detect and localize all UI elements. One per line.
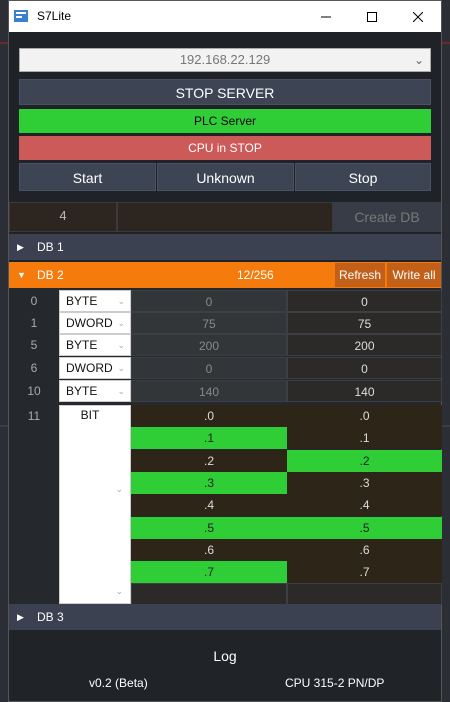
close-icon	[413, 11, 423, 22]
stop-server-button[interactable]: STOP SERVER	[19, 79, 431, 105]
type-value: BYTE	[66, 384, 98, 398]
write-value-input[interactable]: 75	[287, 312, 442, 334]
chevron-down-icon: ⌄	[115, 586, 123, 596]
type-select[interactable]: BYTE ⌄	[59, 334, 131, 356]
ip-address-value: 192.168.22.129	[179, 52, 271, 67]
bit-write-cell[interactable]: .4	[287, 494, 442, 517]
offset-cell: 10	[27, 384, 41, 398]
db2-label: DB 2	[37, 268, 64, 282]
empty-cell	[131, 583, 287, 605]
table-row: 0 BYTE ⌄ 0 0	[9, 290, 442, 312]
cpu-model-label: CPU 315-2 PN/DP	[285, 676, 385, 690]
bit-current-cell: .2	[131, 449, 287, 472]
cpu-status: CPU in STOP	[19, 136, 431, 160]
bit-type-select[interactable]: BIT ⌄ ⌄	[59, 405, 131, 604]
offset-cell: 6	[30, 361, 38, 375]
refresh-button[interactable]: Refresh	[335, 263, 385, 287]
minimize-icon	[321, 16, 331, 17]
db2-header[interactable]: ▼ DB 2 12/256 Refresh Write all	[9, 262, 441, 288]
write-value-input[interactable]: 200	[287, 334, 442, 356]
offset-cell: 1	[30, 316, 38, 330]
write-all-button[interactable]: Write all	[387, 263, 441, 287]
type-select[interactable]: BYTE ⌄	[59, 290, 131, 312]
bit-current-cell: .5	[131, 516, 287, 539]
db1-header[interactable]: ▶ DB 1	[9, 234, 441, 260]
log-title: Log	[213, 648, 237, 664]
chevron-down-icon: ⌄	[115, 484, 123, 494]
main-content: 192.168.22.129 ⌄ STOP SERVER PLC Server …	[9, 32, 442, 701]
offset-cell: 11	[27, 409, 41, 423]
title-bar: S7Lite	[9, 1, 441, 32]
offset-cell: 0	[30, 294, 38, 308]
bit-current-cell: .1	[131, 427, 287, 450]
current-value-cell: 0	[131, 290, 287, 312]
minimize-button[interactable]	[303, 1, 349, 32]
chevron-right-icon: ▶	[17, 612, 24, 622]
ip-address-select[interactable]: 192.168.22.129 ⌄	[19, 48, 431, 72]
create-db-button[interactable]: Create DB	[333, 202, 441, 232]
bit-current-cell: .7	[131, 561, 287, 584]
log-panel: Log v0.2 (Beta) CPU 315-2 PN/DP	[9, 630, 441, 701]
write-value-input[interactable]: 140	[287, 380, 442, 402]
bit-write-cell[interactable]: .1	[287, 427, 442, 450]
bit-write-cell[interactable]: .0	[287, 405, 442, 427]
current-value-cell: 75	[131, 312, 287, 334]
stop-button[interactable]: Stop	[295, 163, 431, 191]
close-button[interactable]	[395, 1, 441, 32]
chevron-down-icon: ▼	[17, 270, 26, 280]
start-button[interactable]: Start	[19, 163, 156, 191]
bit-current-cell: .0	[131, 405, 287, 427]
chevron-down-icon: ⌄	[117, 363, 125, 373]
table-row: 1 DWORD ⌄ 75 75	[9, 312, 442, 334]
write-value-input[interactable]: 0	[287, 357, 442, 379]
type-value: BYTE	[66, 294, 98, 308]
empty-cell	[287, 583, 442, 605]
plc-server-status: PLC Server	[19, 109, 431, 133]
maximize-icon	[367, 11, 377, 22]
type-select[interactable]: DWORD ⌄	[59, 357, 131, 379]
db2-value-grid: 0 BYTE ⌄ 0 0 1 DWORD ⌄ 75 75 5 BYTE ⌄ 200 2…	[9, 288, 442, 605]
db3-label: DB 3	[37, 610, 64, 624]
write-value-input[interactable]: 0	[287, 290, 442, 312]
table-row: 6 DWORD ⌄ 0 0	[9, 357, 442, 379]
create-db-row: 4 Create DB	[9, 202, 441, 232]
bit-write-cell[interactable]: .6	[287, 538, 442, 561]
db1-label: DB 1	[37, 240, 64, 254]
db-size-input[interactable]	[117, 202, 333, 232]
type-value: DWORD	[66, 316, 113, 330]
bit-write-cell[interactable]: .7	[287, 561, 442, 584]
type-value: BIT	[80, 408, 100, 422]
bit-current-cell: .3	[131, 471, 287, 494]
current-value-cell: 140	[131, 380, 287, 402]
version-label: v0.2 (Beta)	[89, 676, 148, 690]
chevron-down-icon: ⌄	[117, 318, 125, 328]
table-row: 5 BYTE ⌄ 200 200	[9, 334, 442, 356]
type-select[interactable]: BYTE ⌄	[59, 380, 131, 402]
current-value-cell: 200	[131, 334, 287, 356]
current-value-cell: 0	[131, 357, 287, 379]
db3-header[interactable]: ▶ DB 3	[9, 604, 441, 630]
maximize-button[interactable]	[349, 1, 395, 32]
chevron-down-icon: ⌄	[117, 386, 125, 396]
app-icon	[14, 10, 28, 22]
chevron-down-icon: ⌄	[117, 296, 125, 306]
offset-cell: 5	[30, 338, 38, 352]
window-title: S7Lite	[37, 9, 72, 23]
db2-count: 12/256	[237, 268, 274, 282]
bit-current-cell: .6	[131, 538, 287, 561]
bit-write-cell[interactable]: .3	[287, 471, 442, 494]
cpu-state-button[interactable]: Unknown	[157, 163, 294, 191]
chevron-down-icon: ⌄	[413, 53, 424, 67]
app-window: S7Lite 192.168.22.129 ⌄ STOP SERVER PLC …	[8, 0, 442, 702]
type-select[interactable]: DWORD ⌄	[59, 312, 131, 334]
db-number-input[interactable]: 4	[9, 202, 117, 232]
chevron-right-icon: ▶	[17, 242, 24, 252]
table-row: 10 BYTE ⌄ 140 140	[9, 380, 442, 402]
bit-write-cell[interactable]: .5	[287, 516, 442, 539]
bit-current-cell: .4	[131, 494, 287, 517]
type-value: DWORD	[66, 361, 113, 375]
chevron-down-icon: ⌄	[117, 340, 125, 350]
bit-write-cell[interactable]: .2	[287, 449, 442, 472]
type-value: BYTE	[66, 338, 98, 352]
